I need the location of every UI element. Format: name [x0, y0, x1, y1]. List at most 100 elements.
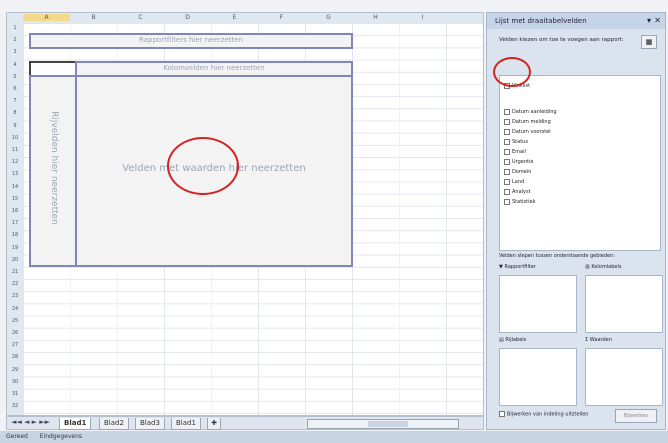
checkbox-icon[interactable]	[504, 158, 510, 165]
pane-dropdown-icon[interactable]: ▾	[647, 16, 651, 25]
row-header[interactable]: 4	[7, 62, 23, 68]
row-header[interactable]: 12	[7, 159, 23, 165]
row-header[interactable]: 8	[7, 110, 23, 116]
row-header[interactable]: 1	[7, 25, 23, 31]
status-bar: Gereed Eindgegevens	[0, 431, 668, 443]
row-header[interactable]: 25	[7, 318, 23, 324]
column-header[interactable]: B	[70, 14, 117, 21]
horizontal-scrollbar[interactable]	[307, 419, 459, 429]
field-list: Vinklist Datum aanleiding Datum melding …	[499, 75, 661, 251]
checkbox-icon[interactable]	[504, 198, 510, 205]
report-filter-area-label: ▼ Rapportfilter	[499, 264, 536, 270]
close-icon[interactable]: ✕	[654, 16, 661, 25]
row-header[interactable]: 10	[7, 135, 23, 141]
row-labels-area[interactable]	[499, 348, 577, 406]
update-button[interactable]: Bijwerken	[615, 409, 657, 423]
column-header[interactable]: E	[211, 14, 258, 21]
row-header[interactable]: 2	[7, 37, 23, 43]
status-ready: Gereed	[6, 433, 28, 440]
field-item[interactable]: Datum voorstel	[504, 128, 551, 136]
report-filter-zone[interactable]: Rapportfilters hier neerzetten	[29, 33, 353, 49]
checkbox-icon[interactable]	[504, 118, 510, 125]
checkbox-icon[interactable]	[499, 411, 505, 417]
column-header[interactable]: G	[305, 14, 352, 21]
row-header[interactable]: 27	[7, 342, 23, 348]
field-item[interactable]: Email	[504, 148, 526, 156]
tab-sheet-1[interactable]: Blad1	[59, 418, 92, 430]
row-header[interactable]: 23	[7, 293, 23, 299]
column-labels-label: Kolomvelden hier neerzetten	[163, 64, 265, 72]
sheet-tab-bar: ◄◄ ◄ ► ►► Blad1 Blad2 Blad3 Blad1 ✚	[6, 416, 484, 430]
row-header[interactable]: 32	[7, 403, 23, 409]
field-item[interactable]: Datum aanleiding	[504, 108, 557, 116]
row-header[interactable]: 18	[7, 232, 23, 238]
column-header[interactable]: I	[399, 14, 446, 21]
row-header[interactable]: 19	[7, 245, 23, 251]
row-header[interactable]: 3	[7, 49, 23, 55]
checkbox-icon[interactable]	[504, 178, 510, 185]
row-header[interactable]: 22	[7, 281, 23, 287]
column-header[interactable]: F	[258, 14, 305, 21]
column-header[interactable]: H	[352, 14, 399, 21]
row-header[interactable]: 30	[7, 379, 23, 385]
row-header[interactable]: 31	[7, 391, 23, 397]
highlight-circle	[167, 137, 239, 195]
pivot-field-list-pane: Lijst met draaitabelvelden ▾ ✕ Velden ki…	[486, 12, 666, 430]
scrollbar-thumb[interactable]	[368, 421, 408, 427]
defer-update-option[interactable]: Bijwerken van indeling uitstellen	[499, 411, 588, 418]
row-labels-zone[interactable]: Rijvelden hier neerzetten	[29, 75, 79, 267]
column-header[interactable]: C	[117, 14, 164, 21]
spreadsheet[interactable]: A B C D E F G H I 1 2 3 4 5 6 7 8 9 10 11 12 13 14 15 1…	[6, 12, 484, 416]
row-header[interactable]: 5	[7, 74, 23, 80]
checkbox-icon[interactable]	[504, 138, 510, 145]
tab-sheet-4[interactable]: Blad1	[171, 418, 201, 430]
column-labels-area[interactable]	[585, 275, 663, 333]
checkbox-icon[interactable]	[504, 108, 510, 115]
row-headers: 1 2 3 4 5 6 7 8 9 10 11 12 13 14 15 16 17 18 19 20 21 22 23 24 2…	[7, 23, 24, 415]
checkbox-icon[interactable]	[504, 148, 510, 155]
row-header[interactable]: 11	[7, 147, 23, 153]
row-header[interactable]: 26	[7, 330, 23, 336]
row-header[interactable]: 16	[7, 208, 23, 214]
checkbox-icon[interactable]	[504, 188, 510, 195]
column-header[interactable]: A	[23, 14, 70, 21]
row-header[interactable]: 14	[7, 184, 23, 190]
layout-options-icon[interactable]: ▦	[641, 35, 657, 49]
pane-title: Lijst met draaitabelvelden	[487, 13, 665, 29]
field-item[interactable]: Urgentie	[504, 158, 533, 166]
rows-icon: ▤	[499, 337, 504, 343]
row-header[interactable]: 29	[7, 367, 23, 373]
row-header[interactable]: 21	[7, 269, 23, 275]
row-header[interactable]: 20	[7, 257, 23, 263]
row-header[interactable]: 28	[7, 354, 23, 360]
field-item[interactable]: Status	[504, 138, 528, 146]
tab-sheet-3[interactable]: Blad3	[135, 418, 165, 430]
tab-scroll-arrows-icon[interactable]: ◄◄ ◄ ► ►►	[11, 418, 50, 426]
row-header[interactable]: 24	[7, 306, 23, 312]
field-item[interactable]: Statistiek	[504, 198, 535, 206]
filter-icon: ▼	[499, 264, 503, 270]
row-header[interactable]: 17	[7, 220, 23, 226]
row-header[interactable]: 15	[7, 196, 23, 202]
checkbox-icon[interactable]	[504, 168, 510, 175]
field-item[interactable]: Land	[504, 178, 524, 186]
row-header[interactable]: 9	[7, 123, 23, 129]
add-sheet-icon[interactable]: ✚	[207, 418, 221, 430]
row-header[interactable]: 6	[7, 86, 23, 92]
row-header[interactable]: 13	[7, 171, 23, 177]
report-filter-area[interactable]	[499, 275, 577, 333]
sigma-icon: Σ	[585, 337, 589, 343]
field-item[interactable]: Analyst	[504, 188, 531, 196]
areas-instruction: Velden slepen tussen onderstaande gebied…	[499, 253, 615, 259]
values-area[interactable]	[585, 348, 663, 406]
field-item[interactable]: Datum melding	[504, 118, 551, 126]
column-header[interactable]: D	[164, 14, 211, 21]
highlight-circle	[493, 57, 531, 87]
row-labels-label: Rijvelden hier neerzetten	[49, 111, 59, 225]
row-header[interactable]: 7	[7, 98, 23, 104]
field-item[interactable]: Domein	[504, 168, 531, 176]
report-filter-label: Rapportfilters hier neerzetten	[139, 36, 243, 44]
checkbox-icon[interactable]	[504, 128, 510, 135]
columns-icon: ▥	[585, 264, 590, 270]
tab-sheet-2[interactable]: Blad2	[99, 418, 129, 430]
